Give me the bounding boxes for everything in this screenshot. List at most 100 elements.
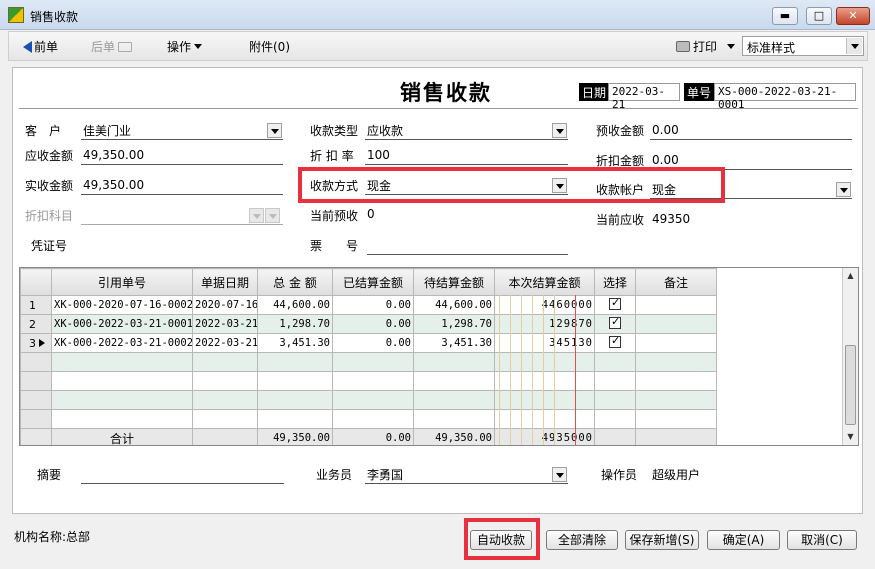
- remark-cell[interactable]: [635, 333, 717, 353]
- customer-value[interactable]: 佳美门业: [83, 122, 131, 139]
- empty-cell[interactable]: [413, 352, 495, 372]
- select-cell[interactable]: [594, 295, 636, 315]
- table-row[interactable]: 1 XK-000-2020-07-16-0002 2020-07-16 44,6…: [20, 295, 717, 315]
- checkbox-checked[interactable]: [609, 297, 621, 310]
- empty-cell[interactable]: [413, 390, 495, 410]
- column-header[interactable]: 选择: [594, 268, 636, 296]
- empty-cell[interactable]: [51, 371, 193, 391]
- scroll-down-icon[interactable]: ▼: [843, 429, 858, 445]
- table-row-empty[interactable]: [20, 352, 717, 372]
- print-style-select[interactable]: 标准样式: [742, 36, 864, 56]
- empty-cell[interactable]: [332, 352, 414, 372]
- discount-amount-value[interactable]: 0.00: [652, 153, 679, 167]
- discount-rate-value[interactable]: 100: [367, 148, 390, 162]
- salesman-value[interactable]: 李勇国: [367, 466, 403, 483]
- empty-cell[interactable]: [594, 409, 636, 429]
- ref-no-cell[interactable]: XK-000-2020-07-16-0002: [51, 295, 193, 315]
- table-row-empty[interactable]: [20, 390, 717, 410]
- column-header[interactable]: 引用单号: [51, 268, 193, 296]
- collect-type-value[interactable]: 应收款: [367, 122, 403, 139]
- empty-cell[interactable]: [257, 352, 333, 372]
- maximize-button[interactable]: □: [806, 7, 832, 25]
- empty-cell[interactable]: [635, 371, 717, 391]
- pending-cell[interactable]: 1,298.70: [413, 314, 495, 334]
- actual-value[interactable]: 49,350.00: [83, 178, 144, 192]
- empty-cell[interactable]: [413, 409, 495, 429]
- prev-button[interactable]: 前单: [23, 38, 58, 55]
- empty-cell[interactable]: [413, 371, 495, 391]
- empty-cell[interactable]: [635, 409, 717, 429]
- salesman-dropdown-icon[interactable]: [552, 467, 567, 482]
- print-button[interactable]: 打印: [676, 38, 736, 55]
- checkbox-checked[interactable]: [609, 316, 621, 329]
- total-cell[interactable]: 1,298.70: [257, 314, 333, 334]
- empty-cell[interactable]: [594, 371, 636, 391]
- select-cell[interactable]: [594, 333, 636, 353]
- total-cell[interactable]: 44,600.00: [257, 295, 333, 315]
- cancel-button[interactable]: 取消(C): [787, 530, 857, 550]
- bill-no-field[interactable]: XS-000-2022-03-21-0001: [714, 83, 856, 111]
- empty-cell[interactable]: [257, 409, 333, 429]
- settled-cell[interactable]: 0.00: [332, 333, 414, 353]
- attachments-button[interactable]: 附件(0): [249, 38, 290, 55]
- empty-cell[interactable]: [332, 409, 414, 429]
- date-field[interactable]: 2022-03-21: [608, 83, 680, 111]
- empty-cell[interactable]: [51, 390, 193, 410]
- empty-cell[interactable]: [332, 390, 414, 410]
- column-header[interactable]: 本次结算金额: [494, 268, 595, 296]
- save-new-button[interactable]: 保存新增(S): [625, 530, 699, 550]
- auto-collect-button[interactable]: 自动收款: [470, 530, 532, 550]
- empty-cell[interactable]: [51, 352, 193, 372]
- total-cell[interactable]: 3,451.30: [257, 333, 333, 353]
- empty-cell[interactable]: [192, 352, 258, 372]
- column-header[interactable]: 备注: [635, 268, 717, 296]
- empty-cell[interactable]: [257, 371, 333, 391]
- empty-cell[interactable]: [635, 390, 717, 410]
- scroll-thumb[interactable]: [845, 345, 856, 425]
- table-row-empty[interactable]: [20, 409, 717, 429]
- current-receivable-value: 49350: [652, 212, 691, 226]
- next-button[interactable]: 后单: [91, 38, 133, 55]
- empty-cell[interactable]: [51, 409, 193, 429]
- chevron-down-icon[interactable]: [727, 44, 736, 49]
- clear-all-button[interactable]: 全部清除: [546, 530, 618, 550]
- account-dropdown-icon[interactable]: [836, 182, 851, 197]
- table-row-empty[interactable]: [20, 371, 717, 391]
- pending-cell[interactable]: 44,600.00: [413, 295, 495, 315]
- table-row[interactable]: 2 XK-000-2022-03-21-0001 2022-03-21 1,29…: [20, 314, 717, 334]
- grid-scrollbar[interactable]: ▲ ▼: [842, 268, 858, 445]
- collect-type-dropdown-icon[interactable]: [552, 123, 567, 138]
- operations-menu[interactable]: 操作: [167, 38, 203, 55]
- empty-cell[interactable]: [192, 371, 258, 391]
- date-cell[interactable]: 2020-07-16: [192, 295, 258, 315]
- date-cell[interactable]: 2022-03-21: [192, 314, 258, 334]
- ref-no-cell[interactable]: XK-000-2022-03-21-0002: [51, 333, 193, 353]
- scroll-up-icon[interactable]: ▲: [843, 268, 858, 284]
- select-cell[interactable]: [594, 314, 636, 334]
- checkbox-checked[interactable]: [609, 335, 621, 348]
- column-header[interactable]: 待结算金额: [413, 268, 495, 296]
- table-row[interactable]: 3 XK-000-2022-03-21-0002 2022-03-21 3,45…: [20, 333, 717, 353]
- minimize-button[interactable]: ▬: [772, 7, 798, 25]
- customer-dropdown-icon[interactable]: [267, 123, 282, 138]
- empty-cell[interactable]: [332, 371, 414, 391]
- settled-cell[interactable]: 0.00: [332, 295, 414, 315]
- column-header[interactable]: 已结算金额: [332, 268, 414, 296]
- ref-no-cell[interactable]: XK-000-2022-03-21-0001: [51, 314, 193, 334]
- empty-cell[interactable]: [192, 409, 258, 429]
- remark-cell[interactable]: [635, 314, 717, 334]
- empty-cell[interactable]: [257, 390, 333, 410]
- close-button[interactable]: ✕: [836, 7, 870, 25]
- column-header[interactable]: 单据日期: [192, 268, 258, 296]
- settled-cell[interactable]: 0.00: [332, 314, 414, 334]
- confirm-button[interactable]: 确定(A): [707, 530, 780, 550]
- empty-cell[interactable]: [635, 352, 717, 372]
- dropdown-arrow-icon[interactable]: [846, 38, 862, 54]
- empty-cell[interactable]: [594, 352, 636, 372]
- pending-cell[interactable]: 3,451.30: [413, 333, 495, 353]
- empty-cell[interactable]: [192, 390, 258, 410]
- column-header[interactable]: 总 金 额: [257, 268, 333, 296]
- remark-cell[interactable]: [635, 295, 717, 315]
- empty-cell[interactable]: [594, 390, 636, 410]
- date-cell[interactable]: 2022-03-21: [192, 333, 258, 353]
